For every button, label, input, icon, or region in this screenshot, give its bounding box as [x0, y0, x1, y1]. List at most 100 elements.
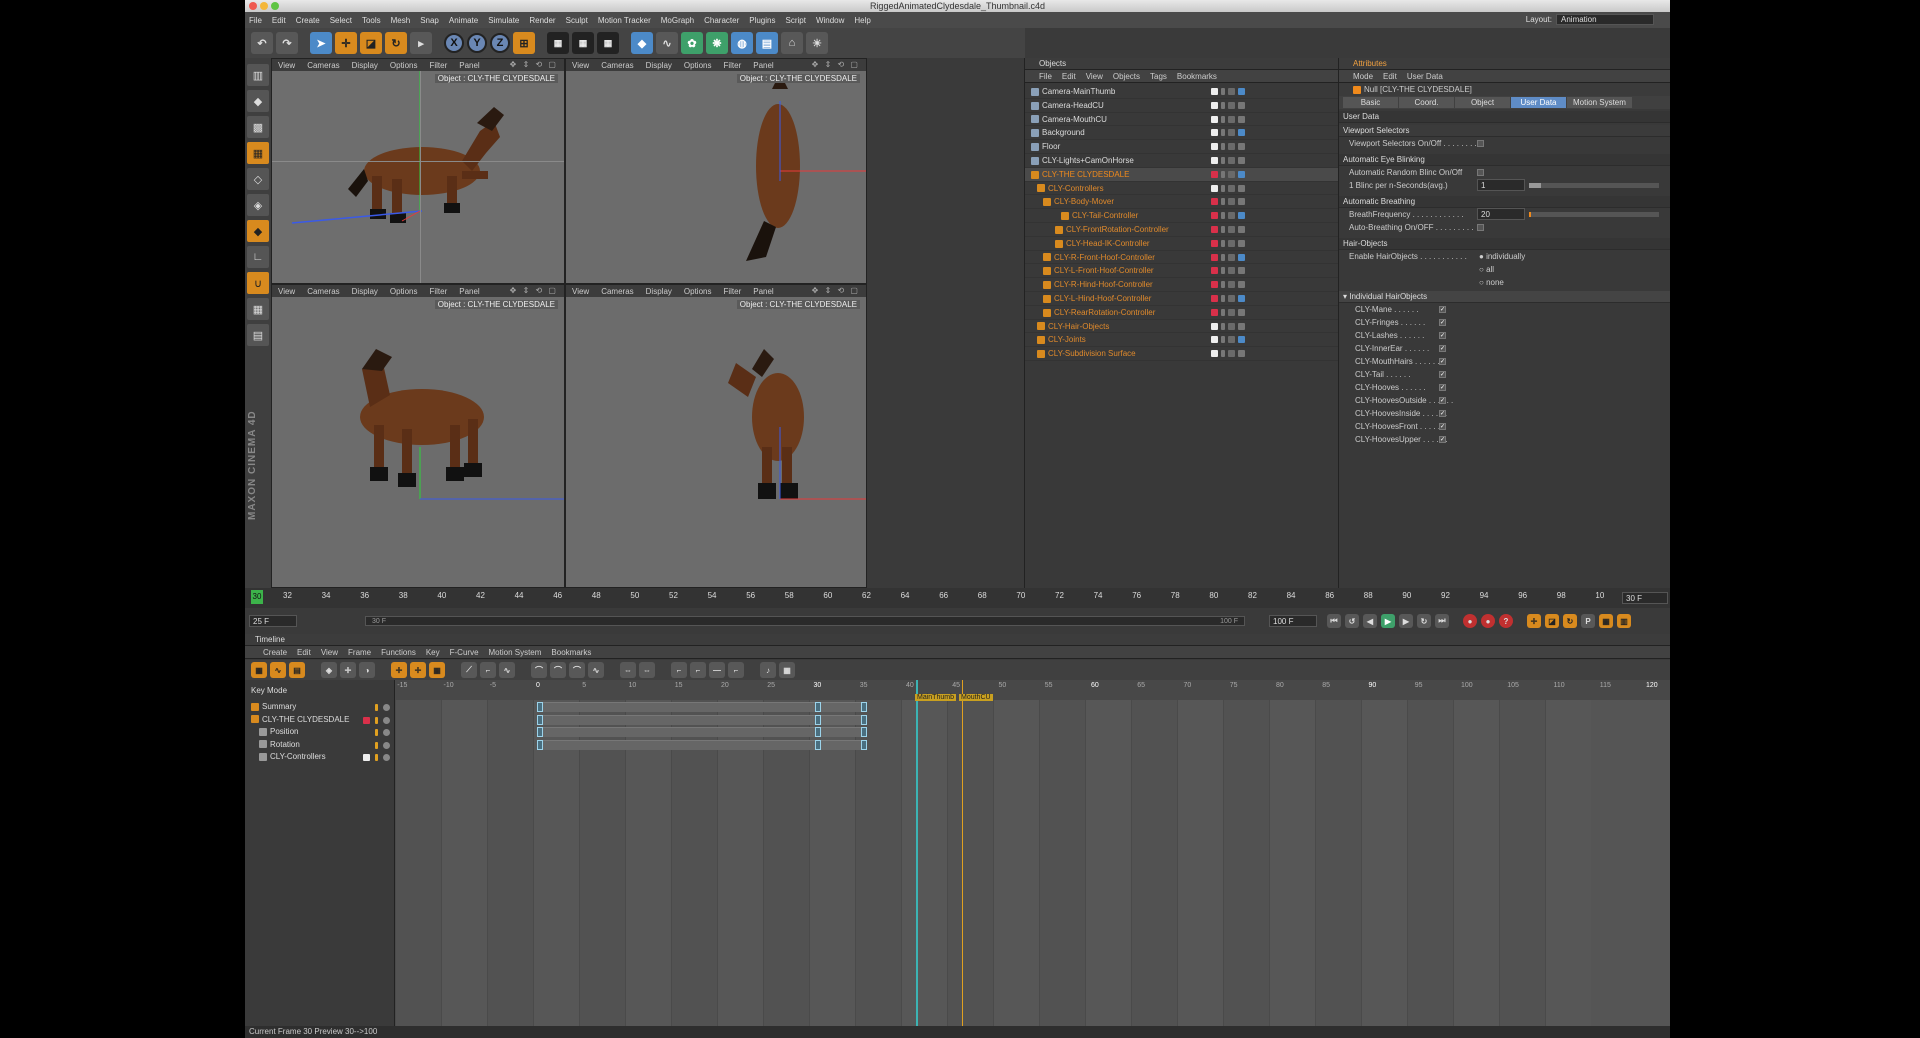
layer-color-swatch[interactable] [1211, 225, 1218, 233]
scale-tool-button[interactable]: ◪ [360, 32, 382, 54]
menu-plugins[interactable]: Plugins [749, 16, 775, 25]
menu-script[interactable]: Script [785, 16, 805, 25]
hair-object-checkbox[interactable]: ✓ [1439, 319, 1446, 326]
deformers-button[interactable]: ◍ [731, 32, 753, 54]
menu-render[interactable]: Render [529, 16, 555, 25]
goto-prev-key-icon[interactable]: ↺ [1345, 614, 1359, 628]
max-frame-field[interactable]: 100 F [1269, 615, 1317, 627]
menu-window[interactable]: Window [816, 16, 844, 25]
vp-menu-options[interactable]: Options [684, 287, 712, 296]
prev-frame-icon[interactable]: ◀ [1363, 614, 1377, 628]
vp-menu-display[interactable]: Display [646, 287, 672, 296]
object-row[interactable]: Background [1025, 126, 1338, 141]
tag-icon[interactable] [1238, 225, 1245, 233]
points-mode-icon[interactable]: ◇ [247, 168, 269, 190]
record-scale-icon[interactable]: ◪ [1545, 614, 1559, 628]
enabled-check-icon[interactable] [1228, 350, 1235, 358]
enabled-check-icon[interactable] [1228, 225, 1235, 233]
auto-tangents-icon[interactable]: ⌐ [728, 662, 744, 678]
layer-color-swatch[interactable] [1211, 294, 1218, 302]
model-mode-icon[interactable]: ◆ [247, 90, 269, 112]
layer-color-swatch[interactable] [1211, 143, 1218, 151]
random-blinc-checkbox[interactable] [1477, 169, 1484, 176]
layer-color-swatch[interactable] [1211, 198, 1218, 206]
layer-color-swatch[interactable] [1211, 308, 1218, 316]
hair-object-checkbox[interactable]: ✓ [1439, 436, 1446, 443]
menu-tools[interactable]: Tools [362, 16, 381, 25]
object-row[interactable]: CLY-Head-IK-Controller [1025, 237, 1338, 251]
breath-frequency-input[interactable]: 20 [1477, 208, 1525, 220]
keyframe[interactable] [860, 714, 867, 725]
enabled-check-icon[interactable] [1228, 253, 1235, 261]
timeline-menu-bookmarks[interactable]: Bookmarks [551, 648, 591, 657]
object-row[interactable]: Camera-MouthCU [1025, 113, 1338, 127]
marker-mainthumb[interactable]: MainThumb [915, 694, 956, 701]
hair-object-checkbox[interactable]: ✓ [1439, 384, 1446, 391]
live-selection-button[interactable]: ➤ [310, 32, 332, 54]
visibility-dots-icon[interactable] [1221, 88, 1225, 95]
move-tool-button[interactable]: ✛ [335, 32, 357, 54]
breath-frequency-slider[interactable] [1529, 212, 1659, 217]
vp-menu-filter[interactable]: Filter [723, 61, 741, 70]
objects-menu-file[interactable]: File [1039, 72, 1052, 81]
keyframe[interactable] [814, 714, 821, 725]
vp-menu-cameras[interactable]: Cameras [601, 287, 633, 296]
keyframe[interactable] [860, 739, 867, 750]
axis-mode-icon[interactable]: ∟ [247, 246, 269, 268]
objects-menu-edit[interactable]: Edit [1062, 72, 1076, 81]
menu-file[interactable]: File [249, 16, 262, 25]
visibility-dots-icon[interactable] [1221, 101, 1225, 109]
tag-icon[interactable] [1238, 350, 1245, 358]
set-key-pla-icon[interactable]: ▦ [429, 662, 445, 678]
menu-simulate[interactable]: Simulate [488, 16, 519, 25]
visibility-dots-icon[interactable] [1221, 115, 1225, 123]
vp-menu-options[interactable]: Options [390, 61, 418, 70]
key-tools-icon[interactable]: ◈ [321, 662, 337, 678]
object-row[interactable]: CLY-R-Hind-Hoof-Controller [1025, 278, 1338, 292]
minimize-window-button[interactable] [260, 2, 268, 10]
layer-color-swatch[interactable] [1211, 267, 1218, 275]
frame-all-icon[interactable]: ⇔ [620, 662, 636, 678]
object-row[interactable]: CLY-Controllers [1025, 182, 1338, 196]
object-row[interactable]: CLY-R-Front-Hoof-Controller [1025, 251, 1338, 265]
timeline-dopesheet[interactable]: -15 -10 -5 0 5 10 15 20 25 30 35 40 45 50 55 60 65 70 75 80… [395, 680, 1670, 1026]
vp-menu-cameras[interactable]: Cameras [307, 287, 339, 296]
hair-object-checkbox[interactable]: ✓ [1439, 332, 1446, 339]
tag-icon[interactable] [1238, 336, 1245, 344]
timeline-track-row[interactable]: CLY-THE CLYDESDALE [245, 714, 394, 727]
tangent-zero-icon[interactable]: ∿ [588, 662, 604, 678]
record-rotation-icon[interactable]: ↻ [1563, 614, 1577, 628]
timeline-current-frame-line[interactable] [916, 680, 918, 1026]
menu-select[interactable]: Select [330, 16, 352, 25]
visibility-dots-icon[interactable] [1221, 267, 1225, 275]
visibility-dots-icon[interactable] [1221, 308, 1225, 316]
vp-menu-view[interactable]: View [278, 287, 295, 296]
keyframe[interactable] [537, 714, 543, 725]
vp-menu-filter[interactable]: Filter [429, 61, 447, 70]
track-solo-icon[interactable] [383, 754, 390, 761]
viewport-front[interactable]: View Cameras Display Options Filter Pane… [565, 284, 867, 588]
group-individual-hair[interactable]: ▾ Individual HairObjects [1339, 291, 1670, 303]
layer-color-swatch[interactable] [1211, 170, 1218, 178]
record-pla-icon[interactable]: ▦ [1599, 614, 1613, 628]
objects-menu-tags[interactable]: Tags [1150, 72, 1167, 81]
interp-spline-icon[interactable]: ∿ [499, 662, 515, 678]
autokey-icon[interactable]: ● [1481, 614, 1495, 628]
viewport-selectors-checkbox[interactable] [1477, 140, 1484, 147]
timeline-menu-functions[interactable]: Functions [381, 648, 416, 657]
tab-user-data[interactable]: User Data [1511, 97, 1566, 108]
viewport-perspective[interactable]: View Cameras Display Options Filter Pane… [271, 58, 565, 284]
object-row[interactable]: CLY-RearRotation-Controller [1025, 306, 1338, 320]
layer-color-swatch[interactable] [1211, 129, 1218, 137]
tag-icon[interactable] [1238, 212, 1245, 220]
motion-mode-icon[interactable]: ▤ [289, 662, 305, 678]
viewport-nav-icons[interactable]: ✥ ⇕ ⟲ ▢ [510, 286, 558, 295]
zoom-window-button[interactable] [271, 2, 279, 10]
keyframe[interactable] [814, 702, 821, 712]
scene-floor-button[interactable]: ▤ [756, 32, 778, 54]
current-frame-marker[interactable]: 30 [251, 590, 263, 604]
viewport-canvas[interactable] [272, 71, 564, 283]
vp-menu-cameras[interactable]: Cameras [307, 61, 339, 70]
enabled-check-icon[interactable] [1228, 170, 1235, 178]
menu-help[interactable]: Help [854, 16, 870, 25]
